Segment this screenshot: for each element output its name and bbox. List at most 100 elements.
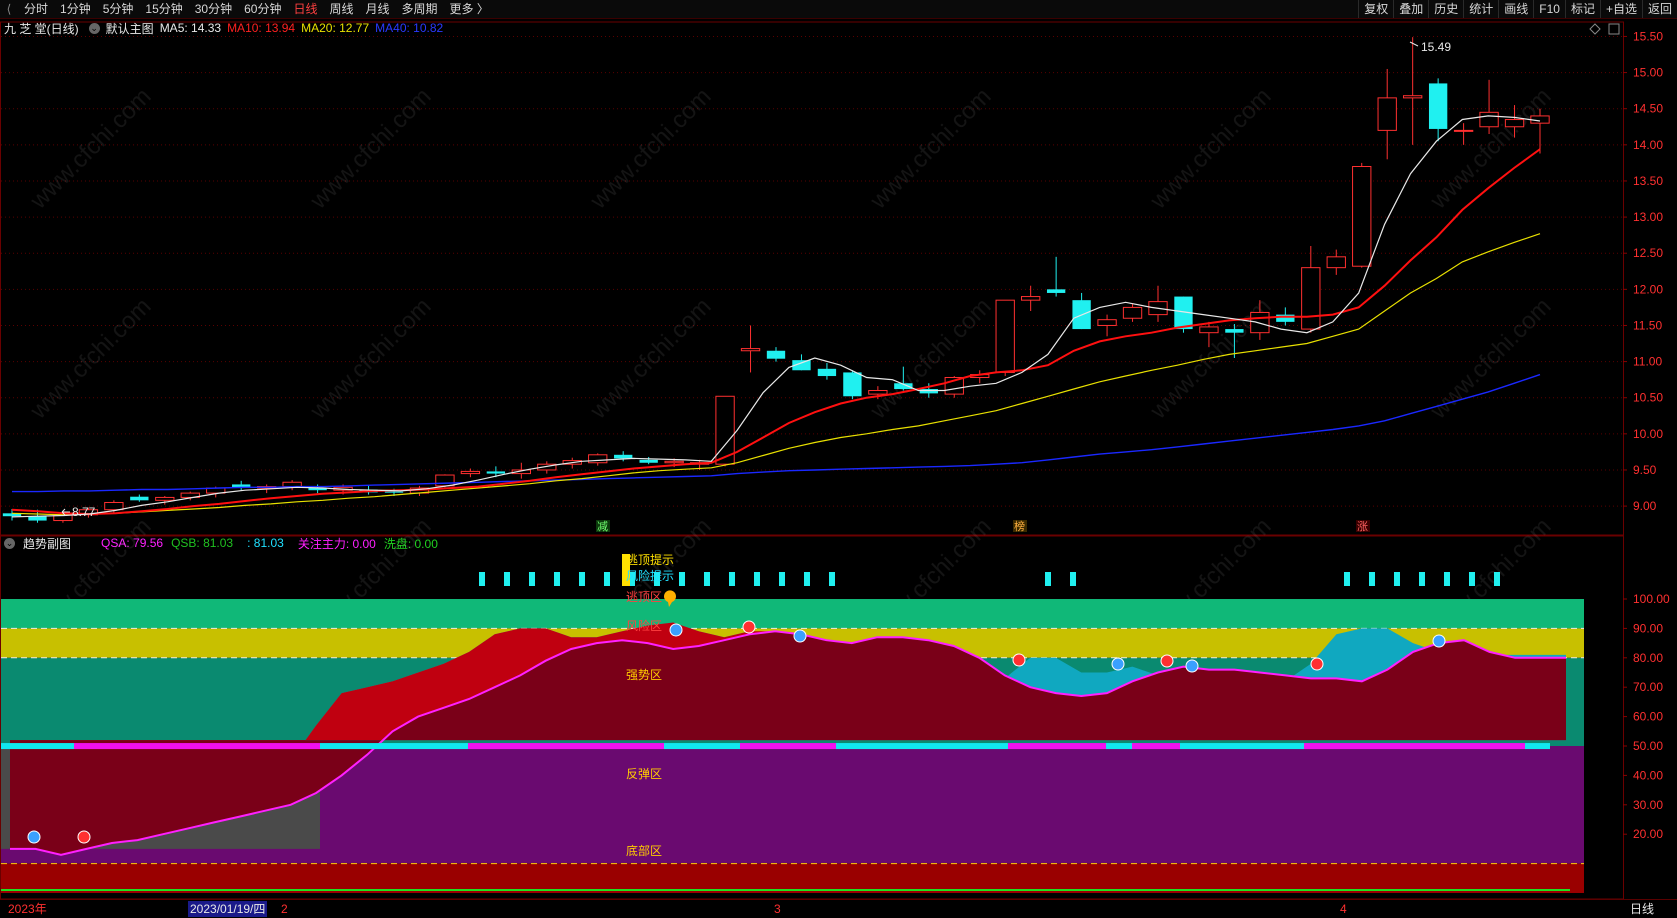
value-tick-label-2: 80.00 [1633,651,1663,665]
price-tick-label-8: 11.50 [1633,318,1662,332]
candle-body-5 [130,496,149,501]
hint-bar-21 [1444,572,1450,586]
candle-body-58 [1479,111,1499,128]
diamond-icon[interactable] [1589,23,1601,35]
value-tick-label-6: 40.00 [1633,768,1663,782]
candle-body-6 [155,496,175,501]
signal-ball-1 [77,830,91,844]
candle-body-18 [460,470,481,475]
hint-bar-5 [604,572,610,586]
price-tick-label-10: 10.50 [1633,391,1663,405]
hint-bar-14 [829,572,835,586]
candle-body-32 [817,368,837,377]
signal-stripe-10 [1180,743,1304,750]
strong-zone-label: 强势区 [626,668,662,682]
month-4-label: 4 [1340,902,1347,916]
sub-value-axis: 100.00 90.00 80.00 70.00 60.00 50.00 40.00 30.0… [1623,592,1670,841]
value-tick-label-3: 70.00 [1633,680,1663,694]
watermark-text-6: www.cfchi.com [24,293,156,425]
signal-ball-10 [1432,634,1446,648]
hint-bar-4 [579,572,585,586]
signal-ball-3 [742,620,756,634]
period-label[interactable]: 日线 [1630,901,1654,917]
candle-body-40 [1020,296,1041,301]
high-price-label: 15.49 [1421,40,1451,54]
signal-ball-6 [1111,657,1125,671]
candle-body-17 [435,474,455,487]
hint-bar-17 [1344,572,1350,586]
signal-stripe-11 [1304,743,1525,750]
hint-bar-19 [1394,572,1400,586]
signal-stripe-0 [1,743,74,750]
rebound-zone-label: 反弹区 [626,767,662,781]
price-tick-label-7: 12.00 [1633,282,1663,296]
signal-ball-5 [1012,653,1026,667]
risk-zone-label: 风险区 [626,618,662,633]
value-tick-label-5: 50.00 [1633,739,1663,753]
price-tick-label-4: 13.50 [1633,174,1663,188]
watermark-text-4: www.cfchi.com [1144,83,1276,215]
price-tick-label-1: 15.00 [1633,66,1663,80]
bottom-zone-label: 底部区 [626,843,662,858]
escape-zone-band [1,599,1584,629]
signal-stripe-12 [1525,743,1550,750]
value-tick-label-7: 30.00 [1633,798,1663,812]
candle-body-34 [868,389,888,395]
hint-bar-13 [804,572,810,586]
watermark-text-1: www.cfchi.com [304,83,436,215]
signal-stripe-8 [1106,743,1132,750]
ma40-line [12,373,1541,493]
candle-body-50 [1276,314,1295,322]
signal-ball-9 [1310,657,1324,671]
price-tick-label-5: 13.00 [1633,210,1663,224]
jian-marker: 减 [597,520,608,533]
high-marker-icon [1409,41,1419,47]
candle-body-23 [588,454,608,464]
candle-body-36 [919,389,938,394]
candle-body-53 [1352,166,1372,267]
price-tick-label-6: 12.50 [1633,246,1663,260]
candle-body-41 [1046,289,1066,293]
month-3-label: 3 [774,902,781,916]
hint-bar-10 [729,572,735,586]
hint-bar-2 [529,572,535,586]
watermark-text-8: www.cfchi.com [584,293,716,425]
hint-bar-20 [1419,572,1425,586]
cursor-date-label: 2023/01/19/四 [188,901,268,917]
value-tick-label-4: 60.00 [1633,710,1663,724]
bottom-zone-band [1,863,1584,893]
candle-body-47 [1199,326,1219,334]
signal-stripe-1 [74,743,320,750]
candle-body-43 [1097,319,1117,326]
signal-stripe-4 [664,743,740,750]
candle-body-4 [104,501,124,511]
candle-body-26 [664,460,684,464]
hint-bar-15 [1045,572,1051,586]
hint-bar-23 [1494,572,1500,586]
candle-body-25 [639,459,658,463]
value-tick-label-1: 90.00 [1633,621,1663,635]
date-axis-bar: 2023年 2023/01/19/四 2 3 4 日线 [0,899,1677,918]
hint-bar-22 [1469,572,1475,586]
hint-bar-8 [679,572,685,586]
kline-chart-canvas[interactable]: www.cfchi.com www.cfchi.com www.cfchi.com w… [0,0,1677,899]
moving-average-lines [11,115,1541,518]
candle-body-15 [384,491,404,493]
candle-body-54 [1377,97,1397,131]
watermark-text-7: www.cfchi.com [304,293,436,425]
maximize-icon[interactable] [1608,23,1620,35]
month-2-label: 2 [281,902,288,916]
watermark-text-9: www.cfchi.com [864,293,996,425]
candle-body-48 [1225,329,1244,333]
candlestick-series [2,37,1550,523]
hint-bar-12 [779,572,785,586]
zhang-marker: 涨 [1357,520,1368,533]
watermark-text-11: www.cfchi.com [1424,293,1556,425]
candle-body-29 [740,348,761,352]
candle-body-49 [1250,311,1270,334]
hint-bar-9 [704,572,710,586]
watermark-text-2: www.cfchi.com [584,83,716,215]
candle-body-57 [1453,129,1474,132]
signal-stripe-7 [1008,743,1106,750]
candle-body-30 [766,350,786,359]
